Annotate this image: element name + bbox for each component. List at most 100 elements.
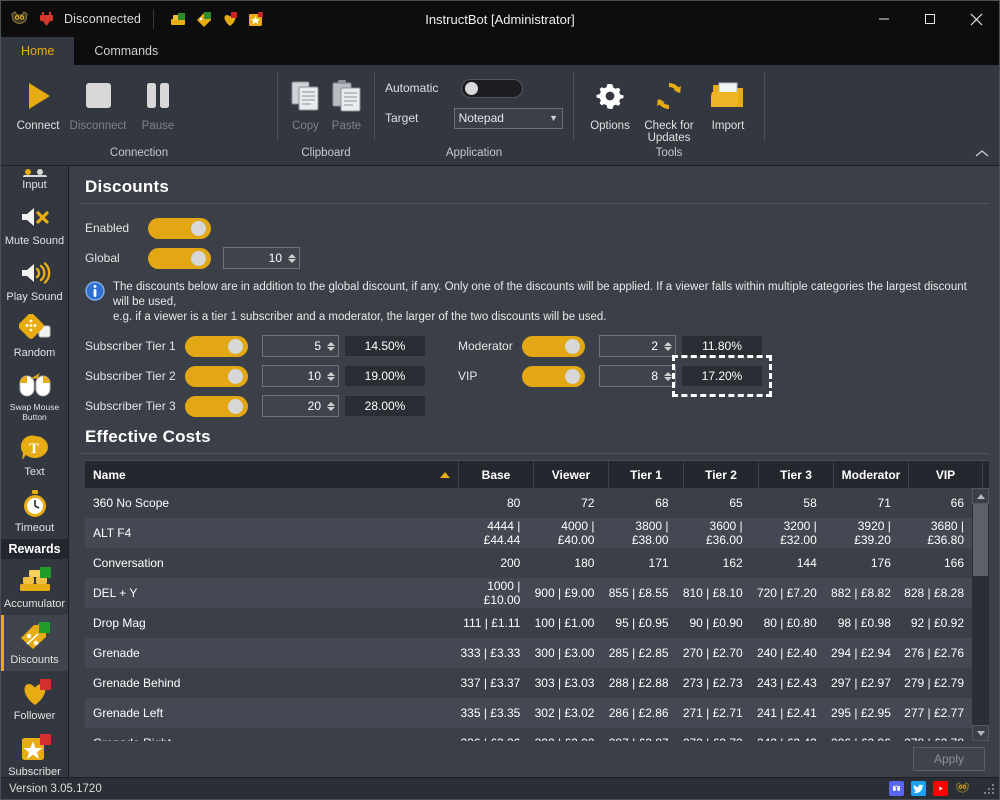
subscriber-tier-3-toggle[interactable] [185, 396, 248, 417]
column-header-viewer[interactable]: Viewer [534, 461, 609, 488]
stepper-up-icon[interactable] [327, 402, 335, 406]
follower-icon[interactable] [222, 11, 238, 27]
stepper-down-icon[interactable] [327, 377, 335, 381]
sidebar[interactable]: Input Mute Sound [1, 166, 69, 777]
connect-button[interactable]: Connect [9, 72, 67, 132]
twitter-icon[interactable] [911, 781, 926, 796]
moderator-stepper[interactable]: 2 [599, 335, 676, 357]
stepper-arrows[interactable] [325, 372, 338, 381]
paste-button[interactable]: Paste [327, 72, 366, 132]
column-header-tier-3[interactable]: Tier 3 [759, 461, 834, 488]
copy-button[interactable]: Copy [286, 72, 325, 132]
cell-base: 333 | £3.33 [454, 646, 528, 660]
table-row[interactable]: Conversation200180171162144176166 [85, 548, 972, 578]
collapse-ribbon-button[interactable] [975, 149, 989, 161]
apply-button[interactable]: Apply [913, 747, 985, 771]
global-value-stepper[interactable]: 10 [223, 247, 300, 269]
stepper-up-icon[interactable] [327, 342, 335, 346]
sidebar-item-discounts[interactable]: Discounts [1, 615, 68, 671]
vip-value: 8 [600, 369, 662, 383]
stepper-arrows[interactable] [325, 402, 338, 411]
check-for-updates-button[interactable]: Check for Updates [640, 72, 698, 144]
owl-icon[interactable] [955, 781, 970, 796]
table-row[interactable]: DEL + Y1000 | £10.00900 | £9.00855 | £8.… [85, 578, 972, 608]
table-row[interactable]: Grenade Behind337 | £3.37303 | £3.03288 … [85, 668, 972, 698]
vip-stepper[interactable]: 8 [599, 365, 676, 387]
global-toggle[interactable] [148, 248, 211, 269]
sidebar-item-subscriber[interactable]: Subscriber [1, 727, 68, 777]
table-row[interactable]: Drop Mag111 | £1.11100 | £1.0095 | £0.95… [85, 608, 972, 638]
column-header-base[interactable]: Base [459, 461, 534, 488]
column-header-tier-2[interactable]: Tier 2 [684, 461, 759, 488]
options-button[interactable]: Options [582, 72, 638, 132]
maximize-button[interactable] [907, 1, 953, 37]
column-header-name[interactable]: Name [85, 461, 459, 488]
sidebar-item-mute-sound[interactable]: Mute Sound [1, 196, 68, 252]
swap-mouse-icon [17, 369, 53, 401]
stepper-down-icon[interactable] [664, 377, 672, 381]
table-row[interactable]: Grenade Left335 | £3.35302 | £3.02286 | … [85, 698, 972, 728]
table-row[interactable]: ALT F44444 | £44.444000 | £40.003800 | £… [85, 518, 972, 548]
scrollbar-track[interactable] [972, 504, 989, 725]
stepper-up-icon[interactable] [288, 254, 296, 258]
resize-grip-icon[interactable] [984, 784, 994, 794]
stepper-down-icon[interactable] [288, 259, 296, 263]
accumulator-icon[interactable] [170, 11, 186, 27]
subscriber-icon[interactable] [248, 11, 264, 27]
automatic-toggle[interactable] [461, 79, 523, 98]
stepper-arrows[interactable] [325, 342, 338, 351]
discord-icon[interactable] [889, 781, 904, 796]
stepper-down-icon[interactable] [327, 347, 335, 351]
close-button[interactable] [953, 1, 999, 37]
subscriber-tier-2-stepper[interactable]: 10 [262, 365, 339, 387]
stepper-arrows[interactable] [662, 372, 675, 381]
global-stepper-arrows[interactable] [286, 254, 299, 263]
table-body-area: 360 No Scope80726865587166ALT F44444 | £… [85, 488, 989, 741]
cell-tier3: 3200 | £32.00 [751, 519, 825, 547]
sidebar-item-input[interactable]: Input [1, 166, 68, 196]
scrollbar-thumb[interactable] [973, 504, 988, 576]
moderator-toggle[interactable] [522, 336, 585, 357]
discount-row-subscriber-tier-2: Subscriber Tier 2 10 19.00% VIP 8 [85, 365, 989, 387]
sidebar-item-swap-mouse-button[interactable]: Swap Mouse Button [1, 364, 68, 427]
import-button[interactable]: Import [700, 72, 756, 132]
subscriber-tier-1-toggle[interactable] [185, 336, 248, 357]
table-row[interactable]: Grenade333 | £3.33300 | £3.00285 | £2.85… [85, 638, 972, 668]
column-header-moderator[interactable]: Moderator [834, 461, 909, 488]
sidebar-item-timeout[interactable]: Timeout [1, 483, 68, 539]
sidebar-item-random[interactable]: Random [1, 308, 68, 364]
stepper-up-icon[interactable] [664, 342, 672, 346]
column-header-tier-1[interactable]: Tier 1 [609, 461, 684, 488]
scroll-up-button[interactable] [972, 488, 989, 504]
column-header-vip[interactable]: VIP [909, 461, 983, 488]
tab-home[interactable]: Home [1, 37, 74, 65]
target-combobox[interactable]: Notepad ▼ [454, 108, 563, 129]
subscriber-tier-3-stepper[interactable]: 20 [262, 395, 339, 417]
table-row[interactable]: 360 No Scope80726865587166 [85, 488, 972, 518]
scroll-down-button[interactable] [972, 725, 989, 741]
vip-toggle[interactable] [522, 366, 585, 387]
discounts-icon[interactable] [196, 11, 212, 27]
stepper-down-icon[interactable] [327, 407, 335, 411]
table-row[interactable]: Grenade Right336 | £3.36302 | £3.02287 |… [85, 728, 972, 741]
stepper-up-icon[interactable] [327, 372, 335, 376]
enabled-toggle[interactable] [148, 218, 211, 239]
subscriber-tier-2-toggle[interactable] [185, 366, 248, 387]
sidebar-item-accumulator[interactable]: Accumulator [1, 559, 68, 615]
youtube-icon[interactable] [933, 781, 948, 796]
stepper-arrows[interactable] [662, 342, 675, 351]
table-body[interactable]: 360 No Scope80726865587166ALT F44444 | £… [85, 488, 972, 741]
subscriber-tier-1-stepper[interactable]: 5 [262, 335, 339, 357]
sidebar-item-play-sound[interactable]: Play Sound [1, 252, 68, 308]
minimize-button[interactable] [861, 1, 907, 37]
stepper-up-icon[interactable] [664, 372, 672, 376]
pause-button[interactable]: Pause [129, 72, 187, 132]
table-vertical-scrollbar[interactable] [972, 488, 989, 741]
connect-label: Connect [17, 120, 60, 132]
discount-rows: Subscriber Tier 1 5 14.50% Moderator 2 [79, 335, 989, 417]
sidebar-item-text[interactable]: T Text [1, 427, 68, 483]
disconnect-button[interactable]: Disconnect [69, 72, 127, 132]
sidebar-item-follower[interactable]: Follower [1, 671, 68, 727]
stepper-down-icon[interactable] [664, 347, 672, 351]
tab-commands[interactable]: Commands [74, 37, 178, 65]
